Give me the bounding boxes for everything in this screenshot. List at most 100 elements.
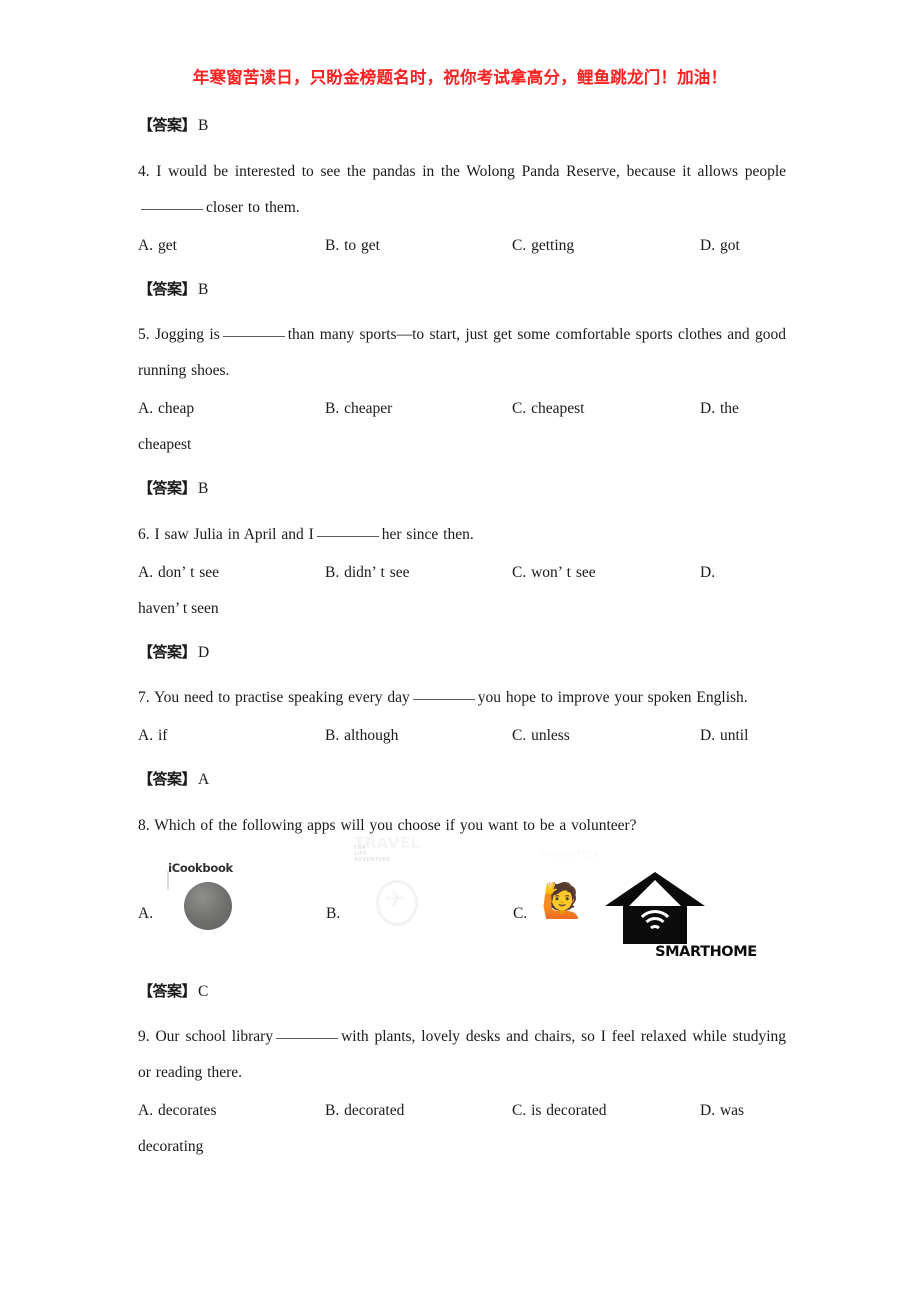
answer-label: 【答案】 [138, 479, 197, 497]
answer-line: 【答案】 B [138, 481, 786, 497]
question-block-4: 【答案】 B 4. I would be interested to see th… [138, 118, 786, 264]
option-text: was [719, 1102, 745, 1119]
fill-in-blank [412, 699, 475, 700]
banner-text: 年寒窗苦读日，只盼金榜题名时，祝你考试拿高分，鲤鱼跳龙门！加油！ [192, 68, 728, 87]
option-d-icon-choice[interactable]: D. SMARTHOME [605, 862, 757, 966]
option-key: A. [138, 400, 154, 417]
option-key: B. [325, 1102, 340, 1119]
option-key: C. [512, 236, 527, 254]
answer-label: 【答案】 [138, 279, 197, 298]
option-text: to get [344, 236, 380, 254]
option-c[interactable]: C. unless [512, 718, 570, 754]
question-number: 5. [138, 326, 150, 343]
option-row: A. decorates B. decorated C. is decorate… [138, 1093, 786, 1165]
option-key: B. [325, 236, 340, 254]
option-key: A. [138, 727, 154, 744]
option-key: C. [512, 400, 527, 417]
answer-letter: B [198, 480, 209, 497]
icookbook-app-icon[interactable]: iCookbook [167, 861, 251, 956]
option-b[interactable]: B. didn’ t see [325, 555, 410, 591]
question-block-8: 【答案】 A 8. Which of the following apps wil… [138, 772, 786, 966]
question-stem: 9. Our school library with plants, lovely… [138, 1019, 786, 1091]
option-text: cheap [157, 400, 195, 417]
option-key: D. [700, 1102, 716, 1119]
option-a[interactable]: A. cheap [138, 391, 194, 427]
option-b[interactable]: B. to get [325, 228, 380, 264]
answer-letter: A [198, 771, 210, 788]
option-b-icon-choice[interactable]: B. ✈ TRAVEL FOR LIFE ADVENTURE [326, 834, 438, 966]
option-row: A. cheap B. cheaper C. cheapest D. the c… [138, 391, 786, 463]
option-a[interactable]: A. if [138, 718, 167, 754]
fill-in-blank [316, 535, 379, 537]
house-roof-notch [629, 879, 682, 906]
answer-line: 【答案】 B [138, 279, 786, 298]
option-a[interactable]: A. decorates [138, 1093, 216, 1129]
option-text: cheapest [531, 400, 585, 417]
answer-line: 【答案】 A [138, 772, 786, 788]
answer-letter: B [198, 280, 209, 298]
option-key: A. [138, 563, 154, 581]
answer-letter: B [198, 117, 209, 134]
answer-letter: D [198, 643, 210, 661]
option-d[interactable]: D. got [700, 228, 740, 264]
option-key: C. [512, 1102, 527, 1119]
option-d[interactable]: D. was [700, 1093, 744, 1129]
answer-line: 【答案】 B [138, 118, 786, 134]
option-a[interactable]: A. get [138, 228, 177, 264]
option-c[interactable]: C. getting [512, 228, 574, 264]
option-key: C. [512, 563, 527, 581]
answer-label: 【答案】 [138, 116, 197, 134]
fill-in-blank [222, 336, 285, 337]
icookbook-tile: iCookbook [167, 861, 233, 930]
option-c[interactable]: C. cheapest [512, 391, 584, 427]
option-key: B. [325, 727, 340, 744]
option-b[interactable]: B. although [325, 718, 398, 754]
stem-after-blank: closer to them. [206, 198, 300, 216]
option-d[interactable]: D. until [700, 718, 748, 754]
stem-before-blank: Jogging is [154, 326, 220, 343]
option-text: got [719, 236, 740, 254]
answer-line: 【答案】 C [138, 982, 786, 1000]
stem-after-blank: you hope to improve your spoken English. [477, 689, 748, 706]
question-number: 8. [138, 816, 150, 834]
stem-text: Which of the following apps will you cho… [154, 816, 637, 834]
fill-in-blank [276, 1038, 339, 1039]
option-row: A. if B. although C. unless D. until [138, 718, 786, 754]
option-row: A. don’ t see B. didn’ t see C. won’ t s… [138, 555, 786, 627]
stem-after-blank: her since then. [381, 525, 474, 543]
option-a[interactable]: A. don’ t see [138, 555, 219, 591]
option-key: B. [325, 400, 340, 417]
question-number: 7. [138, 689, 150, 706]
option-text: won’ t see [531, 563, 596, 581]
option-key: A. [138, 904, 154, 922]
option-text: decorates [157, 1102, 217, 1119]
fill-in-blank [141, 208, 203, 210]
question-block-6: 【答案】 B 6. I saw Julia in April and I her s… [138, 481, 786, 627]
question-stem: 8. Which of the following apps will you … [138, 808, 786, 844]
option-b[interactable]: B. cheaper [325, 391, 392, 427]
question-stem: 7. You need to practise speaking every d… [138, 680, 786, 716]
stem-before-blank: Our school library [155, 1028, 274, 1045]
stem-after-blank: than many sports—to start, just get some… [138, 326, 786, 379]
option-key: D. [700, 727, 716, 744]
question-list: 【答案】 B 4. I would be interested to see th… [138, 118, 786, 1167]
option-c[interactable]: C. won’ t see [512, 555, 596, 591]
travel-app-icon[interactable]: ✈ TRAVEL FOR LIFE ADVENTURE [354, 834, 438, 956]
document-page: 年寒窗苦读日，只盼金榜题名时，祝你考试拿高分，鲤鱼跳龙门！加油！ 【答案】 B 4… [0, 0, 920, 1302]
option-key: D. [700, 563, 716, 581]
option-a-icon-choice[interactable]: A. iCookbook [138, 861, 251, 966]
option-text: decorated [344, 1102, 405, 1119]
option-d[interactable]: D. [700, 555, 715, 591]
stem-before-blank: I saw Julia in April and I [154, 525, 314, 543]
option-c[interactable]: C. is decorated [512, 1093, 607, 1129]
app-icon-option-row: A. iCookbook B. ✈ [138, 834, 786, 966]
question-block-5: 【答案】 B 5. Jogging is than many sports—to s… [138, 279, 786, 464]
option-d-continuation: decorating [138, 1138, 204, 1155]
answer-letter: C [198, 982, 209, 1000]
option-b[interactable]: B. decorated [325, 1093, 404, 1129]
option-key: C. [513, 904, 528, 922]
encouragement-banner: 年寒窗苦读日，只盼金榜题名时，祝你考试拿高分，鲤鱼跳龙门！加油！ [0, 64, 920, 88]
option-text: get [157, 236, 177, 254]
option-d[interactable]: D. the [700, 391, 739, 427]
smarthome-app-icon[interactable]: SMARTHOME [605, 871, 757, 960]
